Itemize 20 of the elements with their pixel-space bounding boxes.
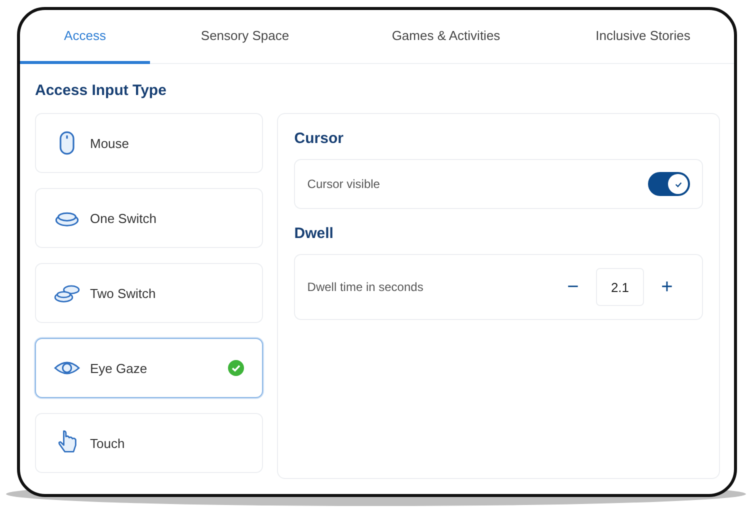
input-option[interactable]: Eye Gaze	[35, 338, 264, 398]
increment-button[interactable]: +	[650, 276, 684, 298]
setting-label: Cursor visible	[307, 177, 381, 191]
toggle-switch[interactable]	[648, 172, 690, 196]
check-icon	[674, 180, 682, 188]
input-option[interactable]: Touch	[35, 413, 264, 473]
section-heading: Cursor	[294, 130, 344, 147]
setting-label: Dwell time in seconds	[307, 280, 424, 294]
tab[interactable]: Games & Activities	[340, 10, 552, 64]
input-option[interactable]: Two Switch	[35, 263, 264, 323]
tab[interactable]: Sensory Space	[150, 10, 340, 64]
section-heading: Dwell	[294, 225, 334, 242]
input-option[interactable]: Mouse	[35, 113, 264, 173]
tab[interactable]: Access	[20, 10, 150, 64]
number-field[interactable]: 2.1	[596, 268, 644, 306]
input-option[interactable]: One Switch	[35, 188, 264, 248]
decrement-button[interactable]: −	[556, 276, 590, 298]
tab[interactable]: Inclusive Stories	[552, 10, 734, 64]
section-heading: Access Input Type	[35, 82, 168, 99]
check-icon	[228, 360, 244, 376]
